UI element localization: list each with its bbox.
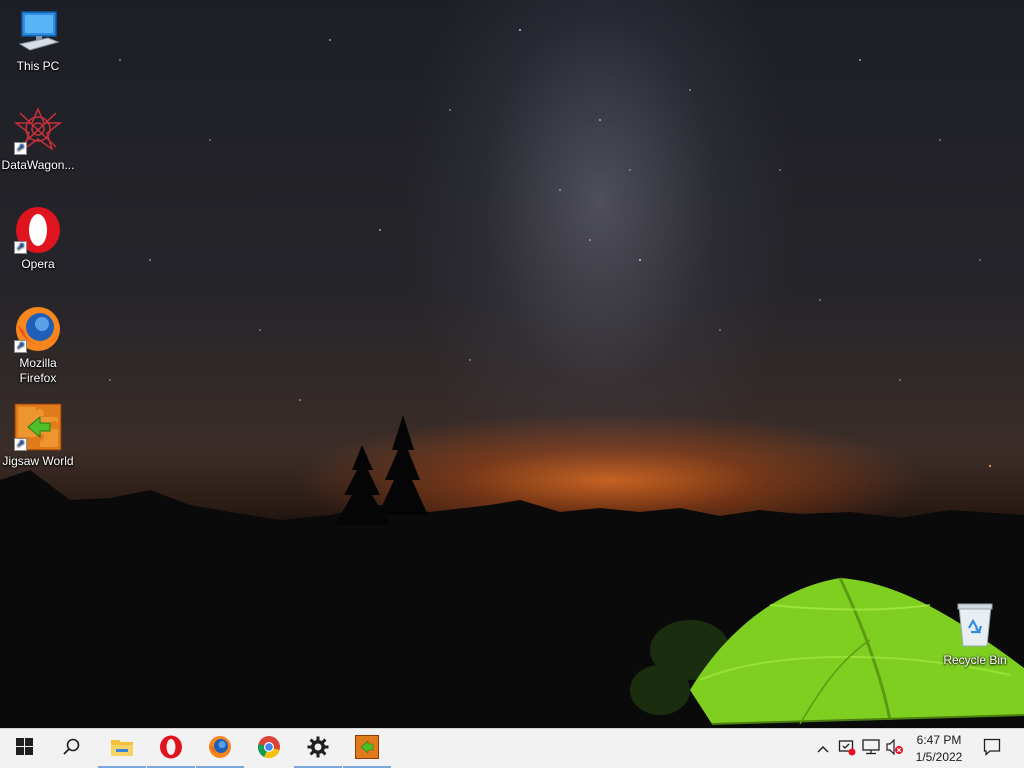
- computer-icon: [14, 8, 62, 56]
- taskbar: 6:47 PM 1/5/2022: [0, 728, 1024, 768]
- volume-tray-button[interactable]: [885, 738, 905, 760]
- volume-muted-icon: [886, 738, 904, 760]
- desktop-icon-label: Opera: [21, 257, 55, 271]
- search-icon: [63, 738, 81, 761]
- firefox-icon: ↗: [14, 305, 62, 353]
- desktop-icon-label: Recycle Bin: [943, 653, 1007, 667]
- chevron-up-icon: [817, 740, 829, 758]
- recycle-bin-icon: [951, 602, 999, 650]
- firefox-icon: [208, 735, 232, 764]
- desktop-icon-label: DataWagon...: [1, 158, 75, 172]
- desktop-icon-opera[interactable]: ↗ Opera: [0, 206, 76, 272]
- windows-logo-icon: [15, 738, 33, 760]
- security-tray-button[interactable]: [837, 739, 857, 759]
- opera-icon: [159, 735, 183, 764]
- shortcut-arrow-icon: ↗: [14, 438, 27, 451]
- wallpaper-art: [0, 29, 1024, 728]
- taskbar-settings[interactable]: [294, 729, 342, 768]
- desktop-icon-label: This PC: [16, 59, 60, 73]
- clock-date: 1/5/2022: [915, 750, 963, 764]
- desktop-icon-datawagon[interactable]: ↗ DataWagon...: [0, 107, 76, 173]
- desktop-icon-label: Jigsaw World: [2, 454, 74, 468]
- clock[interactable]: 6:47 PM 1/5/2022: [904, 732, 974, 766]
- gear-icon: [307, 736, 329, 763]
- notification-icon: [983, 738, 1001, 761]
- network-icon: [862, 738, 880, 760]
- jigsaw-icon: [355, 734, 379, 764]
- clock-time: 6:47 PM: [916, 733, 962, 747]
- search-button[interactable]: [48, 729, 96, 768]
- start-button[interactable]: [0, 729, 48, 768]
- taskbar-firefox[interactable]: [196, 729, 244, 768]
- datawagon-icon: ↗: [13, 107, 63, 155]
- taskbar-jigsaw-world[interactable]: [343, 729, 391, 768]
- taskbar-chrome[interactable]: [245, 729, 293, 768]
- shortcut-arrow-icon: ↗: [14, 142, 27, 155]
- folder-icon: [110, 737, 134, 762]
- notification-center-button[interactable]: [981, 738, 1003, 761]
- opera-icon: ↗: [14, 206, 62, 254]
- taskbar-file-explorer[interactable]: [98, 729, 146, 768]
- shortcut-arrow-icon: ↗: [14, 340, 27, 353]
- desktop-icon-label: Mozilla Firefox: [19, 356, 57, 385]
- desktop-wallpaper: [0, 0, 1024, 728]
- taskbar-opera[interactable]: [147, 729, 195, 768]
- show-hidden-icons-button[interactable]: [813, 739, 833, 759]
- shortcut-arrow-icon: ↗: [14, 241, 27, 254]
- jigsaw-icon: ↗: [14, 403, 62, 451]
- desktop-icon-jigsaw-world[interactable]: ↗ Jigsaw World: [0, 403, 76, 469]
- desktop-icon-this-pc[interactable]: This PC: [0, 8, 76, 74]
- desktop-icon-firefox[interactable]: ↗ Mozilla Firefox: [0, 305, 76, 386]
- desktop-icon-recycle-bin[interactable]: Recycle Bin: [937, 602, 1013, 668]
- network-tray-button[interactable]: [861, 738, 881, 760]
- chrome-icon: [257, 735, 281, 764]
- security-icon: [838, 738, 856, 761]
